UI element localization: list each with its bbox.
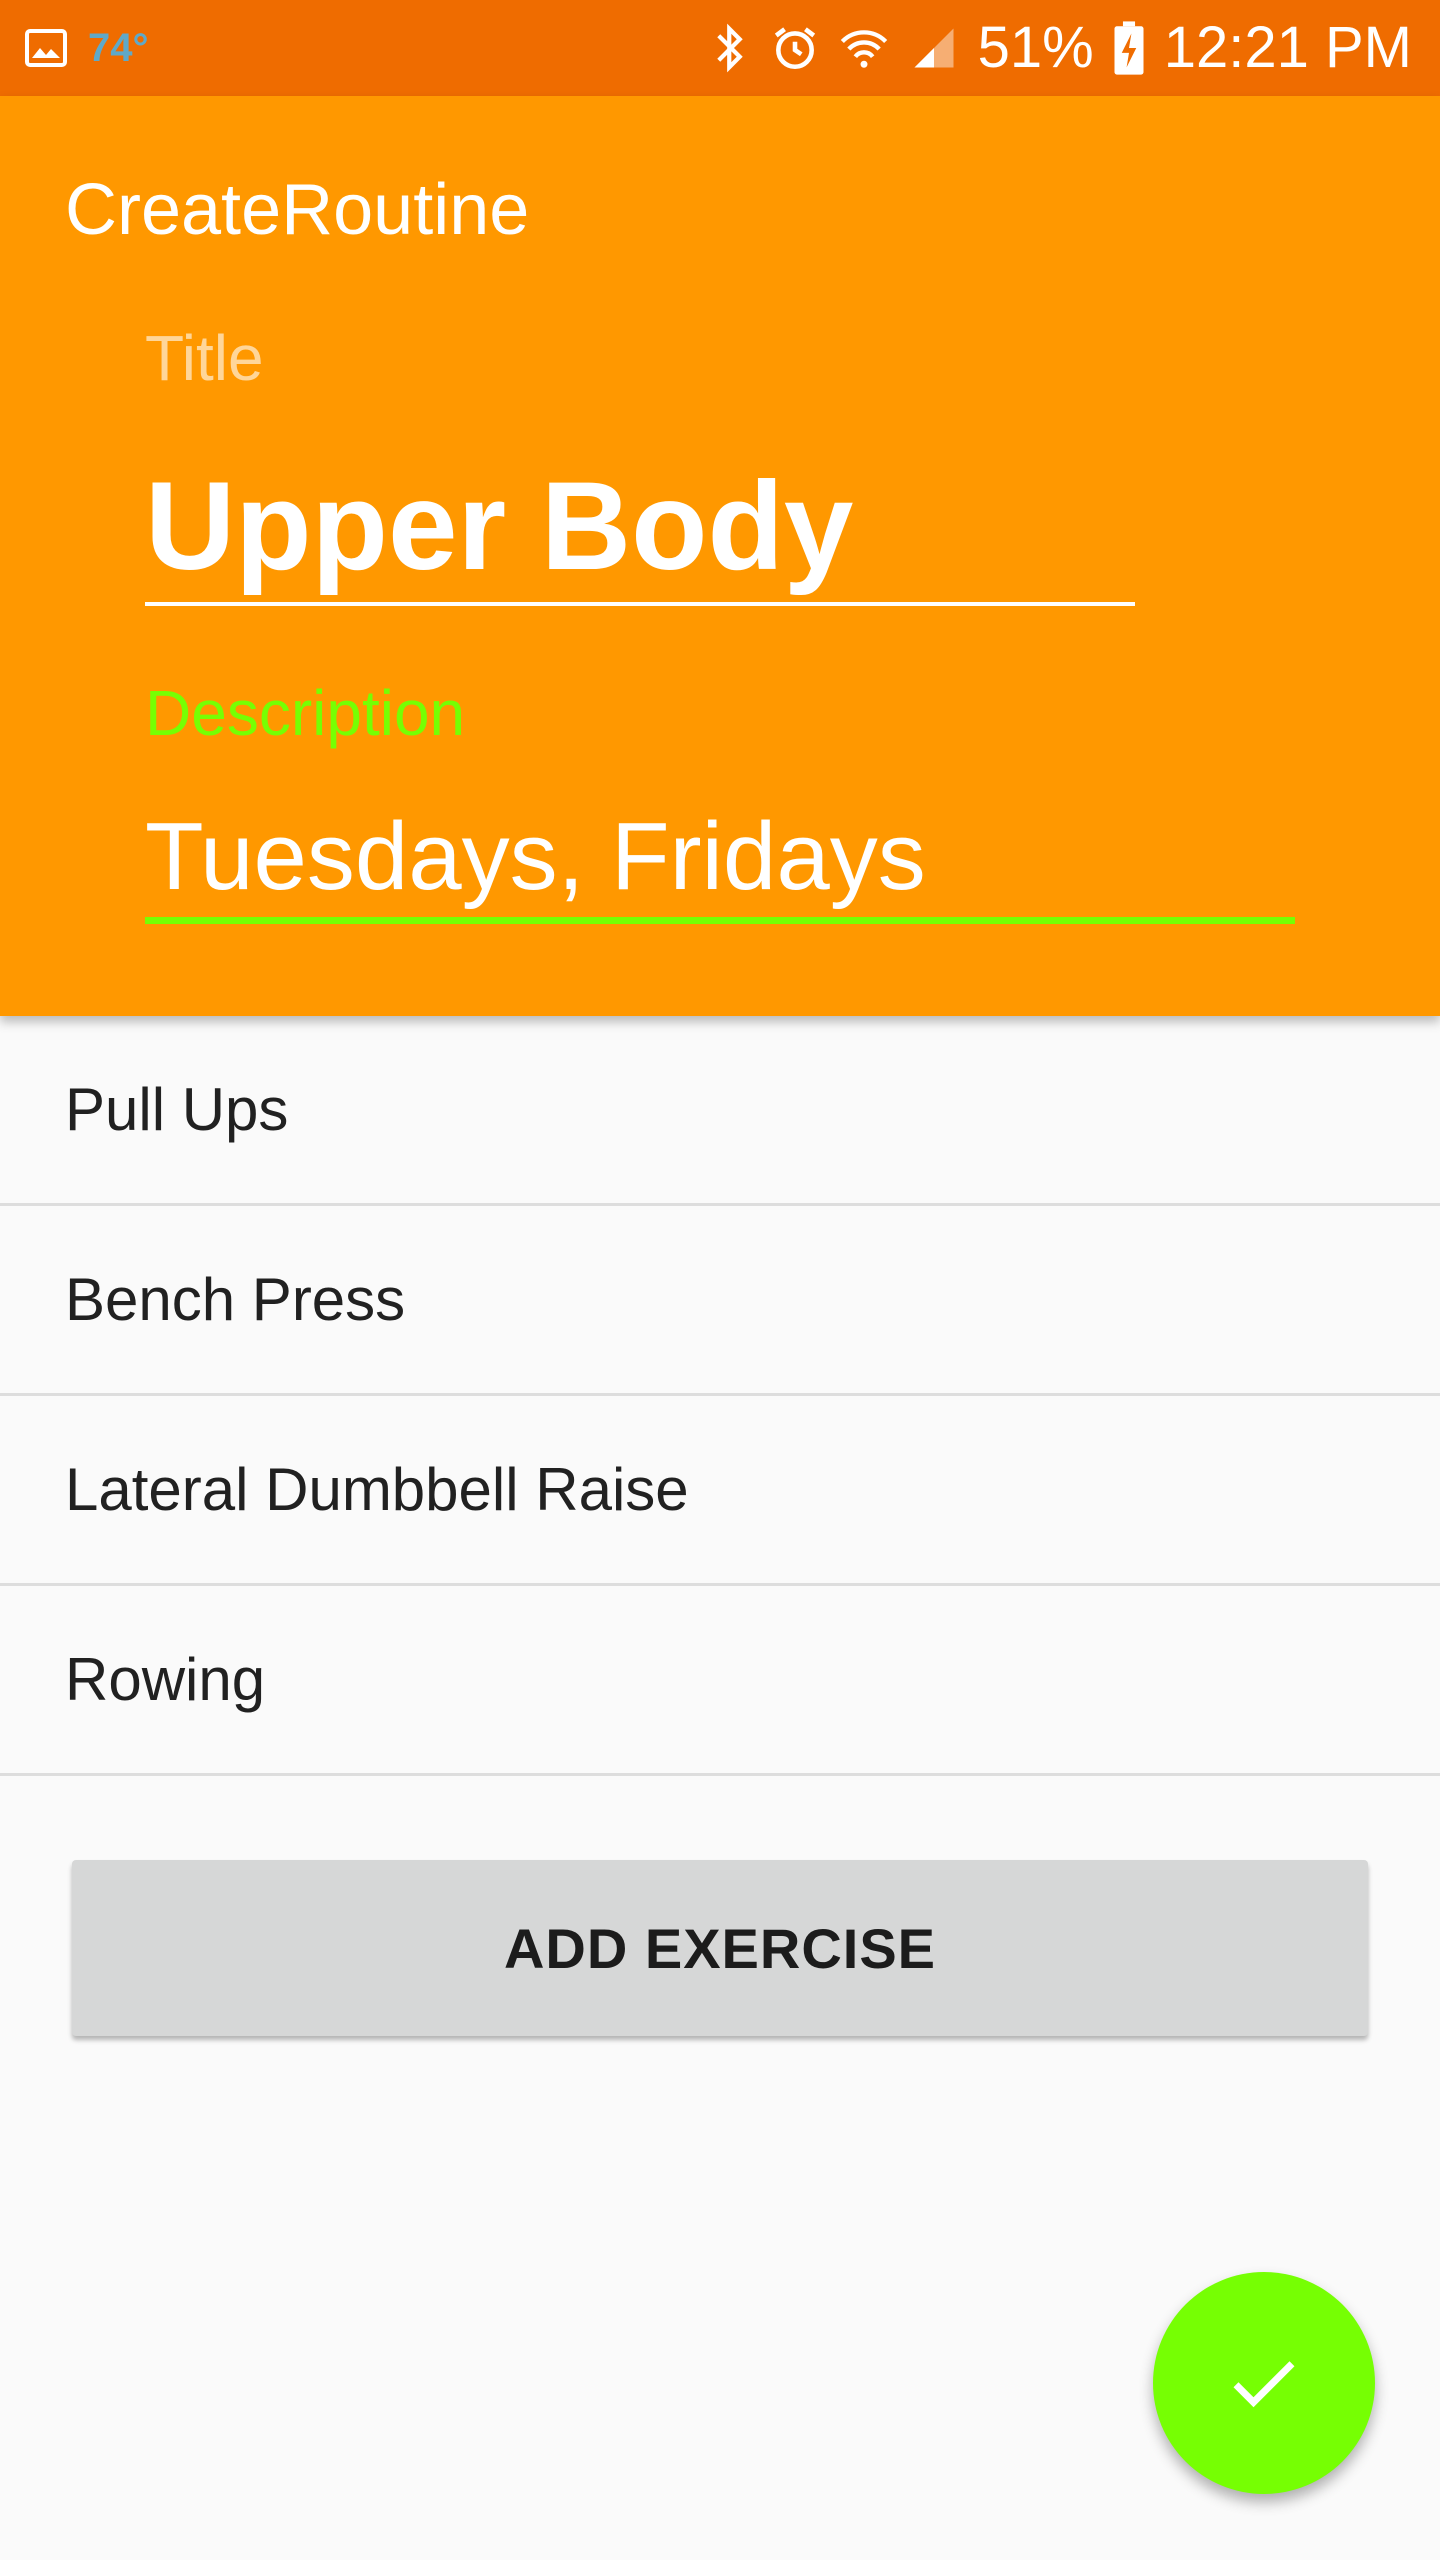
clock-time: 12:21 PM	[1163, 15, 1412, 80]
alarm-icon	[770, 23, 820, 73]
gallery-icon	[22, 24, 70, 72]
description-input[interactable]	[145, 796, 1295, 924]
signal-icon	[908, 22, 960, 74]
exercise-list: Pull Ups Bench Press Lateral Dumbbell Ra…	[0, 1016, 1440, 1776]
weather-temperature: 74°	[88, 25, 149, 70]
bluetooth-icon	[710, 21, 752, 75]
battery-percentage: 51%	[977, 15, 1094, 80]
exercise-list-item[interactable]: Pull Ups	[0, 1016, 1440, 1206]
add-exercise-button[interactable]: ADD EXERCISE	[72, 1860, 1368, 2036]
save-routine-fab[interactable]	[1153, 2272, 1375, 2494]
exercise-list-item[interactable]: Rowing	[0, 1586, 1440, 1776]
app-header: CreateRoutine Title Description	[0, 96, 1440, 1016]
check-icon	[1222, 2341, 1306, 2425]
title-field-label: Title	[145, 322, 264, 394]
description-field-label: Description	[145, 677, 466, 749]
exercise-list-item[interactable]: Lateral Dumbbell Raise	[0, 1396, 1440, 1586]
exercise-list-item[interactable]: Bench Press	[0, 1206, 1440, 1396]
wifi-icon	[838, 22, 890, 74]
page-title: CreateRoutine	[65, 170, 530, 250]
title-input[interactable]	[145, 451, 1135, 606]
status-bar: 74° 51% 12:21 PM	[0, 0, 1440, 96]
battery-charging-icon	[1112, 19, 1146, 77]
